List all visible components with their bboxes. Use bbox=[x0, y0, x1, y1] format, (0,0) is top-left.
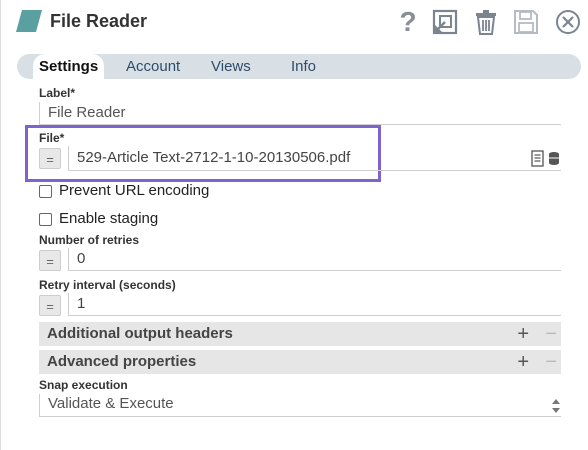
delete-icon bbox=[476, 10, 496, 35]
retry-interval-input[interactable]: 1 bbox=[77, 295, 85, 312]
file-field-label: File* bbox=[39, 131, 65, 145]
retry-interval-input-border bbox=[68, 293, 69, 315]
file-expression-toggle[interactable]: = bbox=[39, 148, 61, 169]
enable-staging-checkbox[interactable] bbox=[39, 213, 52, 226]
retries-input-border bbox=[68, 248, 69, 270]
retries-input[interactable]: 0 bbox=[77, 250, 85, 267]
tab-info[interactable]: Info bbox=[291, 54, 316, 79]
close-button[interactable] bbox=[553, 6, 583, 38]
tab-views[interactable]: Views bbox=[211, 54, 251, 79]
file-input-underline bbox=[68, 170, 561, 171]
file-reader-logo-icon bbox=[16, 10, 42, 32]
label-field-border bbox=[39, 102, 40, 124]
file-browse-icon[interactable] bbox=[531, 150, 561, 168]
label-input[interactable]: File Reader bbox=[48, 104, 126, 121]
svg-text:?: ? bbox=[399, 8, 416, 36]
file-input-border bbox=[68, 146, 69, 170]
remove-property-button: − bbox=[545, 351, 557, 373]
add-header-button[interactable]: + bbox=[517, 322, 529, 346]
retries-field-label: Number of retries bbox=[39, 233, 140, 247]
close-icon bbox=[556, 10, 580, 34]
remove-header-button: − bbox=[545, 323, 557, 345]
additional-output-headers-title: Additional output headers bbox=[47, 325, 233, 342]
snap-execution-select[interactable]: Validate & Execute bbox=[48, 395, 174, 412]
retry-interval-field-label: Retry interval (seconds) bbox=[39, 278, 176, 292]
snap-execution-underline bbox=[39, 416, 561, 417]
snap-execution-border bbox=[39, 394, 40, 416]
tab-bar: Settings Account Views Info bbox=[17, 54, 581, 79]
settings-dialog: File Reader ? Settings Account Views Inf… bbox=[0, 0, 588, 450]
save-icon bbox=[514, 10, 538, 34]
retries-expression-toggle[interactable]: = bbox=[39, 250, 61, 271]
snap-execution-label: Snap execution bbox=[39, 378, 128, 392]
select-arrows-icon[interactable] bbox=[551, 398, 561, 414]
export-icon bbox=[432, 9, 458, 35]
retry-interval-input-underline bbox=[68, 315, 561, 316]
prevent-url-encoding-label: Prevent URL encoding bbox=[59, 182, 210, 199]
save-button[interactable] bbox=[511, 6, 541, 38]
additional-output-headers-section[interactable]: Additional output headers + − bbox=[39, 322, 561, 346]
delete-button[interactable] bbox=[471, 6, 501, 38]
help-button[interactable]: ? bbox=[393, 6, 423, 38]
advanced-properties-title: Advanced properties bbox=[47, 353, 197, 370]
enable-staging-label: Enable staging bbox=[59, 210, 159, 227]
prevent-url-encoding-checkbox[interactable] bbox=[39, 185, 52, 198]
export-button[interactable] bbox=[430, 6, 460, 38]
retries-input-underline bbox=[68, 270, 561, 271]
dialog-title: File Reader bbox=[50, 11, 148, 31]
file-input[interactable]: 529-Article Text-2712-1-10-20130506.pdf bbox=[77, 149, 350, 166]
tab-account[interactable]: Account bbox=[126, 54, 180, 79]
tab-settings[interactable]: Settings bbox=[33, 54, 105, 79]
help-icon: ? bbox=[399, 8, 416, 36]
advanced-properties-section[interactable]: Advanced properties + − bbox=[39, 350, 561, 374]
add-property-button[interactable]: + bbox=[517, 350, 529, 374]
label-field-label: Label* bbox=[39, 86, 76, 100]
retry-interval-expression-toggle[interactable]: = bbox=[39, 295, 61, 316]
left-border bbox=[0, 0, 1, 450]
dialog-header: File Reader ? bbox=[0, 0, 588, 48]
